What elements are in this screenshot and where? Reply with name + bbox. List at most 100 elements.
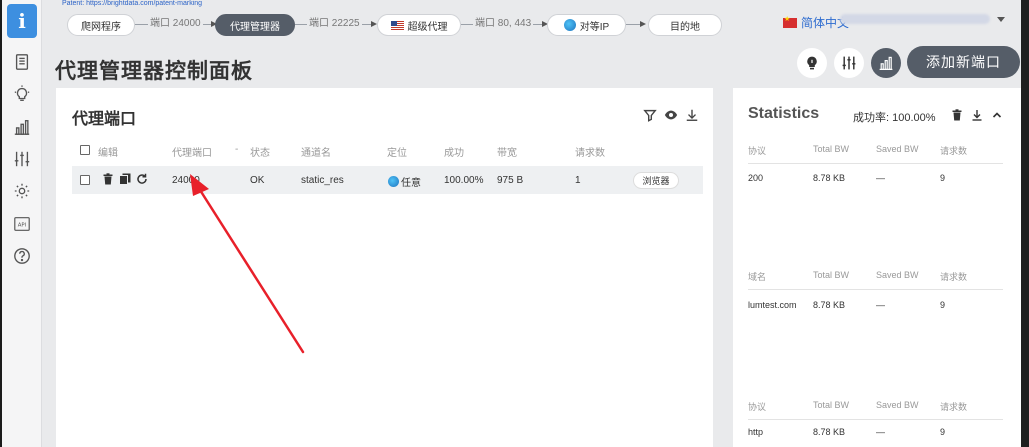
lightbulb-icon[interactable] [12,84,32,104]
column-header[interactable]: 编辑 [98,144,118,159]
stats-cell: — [876,427,885,437]
row-checkbox[interactable] [80,175,90,185]
flow-link-label: 端口 22225 [307,14,362,29]
stats-column[interactable]: Saved BW [876,144,919,154]
bar-chart-icon[interactable] [12,117,32,137]
stats-column[interactable]: Saved BW [876,400,919,410]
refresh-icon[interactable] [136,173,148,185]
stats-column[interactable]: Total BW [813,144,849,154]
select-all-checkbox[interactable] [80,145,90,155]
bar-chart-icon [879,56,893,70]
column-header[interactable]: 请求数 [575,144,605,159]
stats-cell: — [876,300,885,310]
column-header[interactable]: 成功 [444,144,464,159]
stats-column[interactable]: Saved BW [876,270,919,280]
sidebar: i API [2,0,42,447]
help-icon[interactable] [12,246,32,266]
status-cell: OK [250,175,265,186]
download-icon[interactable] [685,108,699,122]
success-cell: 100.00% [444,175,484,186]
stats-cell: 8.78 KB [813,300,846,310]
flow-step-destination[interactable]: 目的地 [648,14,722,36]
document-icon[interactable] [12,52,32,72]
requests-cell: 1 [575,175,581,186]
zone-cell: static_res [301,175,344,186]
language-selector[interactable]: 简体中文 [783,14,849,31]
stats-cell: 8.78 KB [813,173,846,183]
add-port-button[interactable]: 添加新端口 [907,46,1020,78]
stats-cell: 200 [748,173,764,183]
table-header: 编辑 代理端口 - 状态 通道名 定位 成功 带宽 请求数 [72,144,702,160]
globe-icon [563,19,576,31]
download-icon[interactable] [971,109,983,121]
success-rate: 成功率: 100.00% [853,112,936,124]
stats-column[interactable]: 请求数 [940,270,967,283]
sort-indicator: - [235,144,239,155]
proxy-ports-panel: 代理端口 编辑 代理端口 - 状态 通道名 定位 成功 带宽 请求数 24000… [56,88,713,447]
flow-step-super-proxy[interactable]: 超级代理 [377,14,461,36]
filter-icon[interactable] [643,108,657,122]
stats-toolbar [951,109,1003,121]
stats-cell: 9 [940,427,946,437]
stats-cell: 9 [940,173,946,183]
column-header[interactable]: 通道名 [301,144,331,159]
flow-step-proxy-manager[interactable]: 代理管理器 [215,14,295,36]
lightbulb-button[interactable] [797,48,827,78]
api-icon[interactable]: API [12,214,32,234]
us-flag-icon [390,20,404,30]
flow-arrow-icon [640,21,646,27]
svg-text:API: API [18,223,27,229]
stats-table-header: 域名 Total BW Saved BW 请求数 [748,270,1003,290]
duplicate-icon[interactable] [119,173,131,185]
globe-icon [388,176,399,187]
chevron-down-icon[interactable] [997,17,1005,22]
sliders-icon [842,56,856,70]
account-selector[interactable] [840,14,990,24]
flow-step-crawler[interactable]: 爬网程序 [67,14,135,36]
stats-column[interactable]: 协议 [748,400,766,413]
panel-toolbar [643,108,699,122]
row-actions [102,173,148,185]
stats-cell: — [876,173,885,183]
flow-link-label: 端口 24000 [148,14,203,29]
bandwidth-cell: 975 B [497,175,524,186]
flow-link-label: 端口 80, 443 [473,14,534,29]
column-header[interactable]: 代理端口 [172,144,212,159]
stats-cell: 8.78 KB [813,427,846,437]
info-icon[interactable]: i [7,4,37,38]
stats-column[interactable]: 请求数 [940,144,967,157]
stats-column[interactable]: 请求数 [940,400,967,413]
chevron-up-icon[interactable] [991,109,1003,121]
table-row[interactable]: 24000 OK static_res 任意 100.00% 975 B 1 浏… [72,166,703,194]
browser-button[interactable]: 浏览器 [633,172,679,189]
sliders-icon[interactable] [12,149,32,169]
column-header[interactable]: 带宽 [497,144,517,159]
stats-title: Statistics [748,105,820,122]
trash-icon[interactable] [102,173,114,185]
trash-icon[interactable] [951,109,963,121]
china-flag-icon [783,15,797,28]
patent-link[interactable]: Patent: https://brightdata.com/patent-ma… [62,0,202,7]
stats-column[interactable]: Total BW [813,400,849,410]
lightbulb-icon [807,56,817,70]
sliders-button[interactable] [834,48,864,78]
stats-toggle-button[interactable] [871,48,901,78]
stats-cell: http [748,427,764,437]
stats-table-header: 协议 Total BW Saved BW 请求数 [748,144,1003,164]
flow-step-peer-ip[interactable]: 对等IP [547,14,626,36]
column-header[interactable]: 状态 [250,144,270,159]
window-edge-right [1021,0,1029,447]
stats-column[interactable]: 域名 [748,270,766,283]
panel-title: 代理端口 [72,111,137,128]
column-header[interactable]: 定位 [387,144,407,159]
stats-table-header: 协议 Total BW Saved BW 请求数 [748,400,1003,420]
stats-column[interactable]: Total BW [813,270,849,280]
port-cell[interactable]: 24000 [172,175,200,186]
stats-cell: 9 [940,300,946,310]
page-title: 代理管理器控制面板 [55,60,253,83]
statistics-panel: Statistics 成功率: 100.00% 协议 Total BW Save… [733,88,1021,447]
eye-icon[interactable] [664,108,678,122]
location-cell: 任意 [388,174,421,189]
stats-column[interactable]: 协议 [748,144,766,157]
gear-icon[interactable] [12,181,32,201]
